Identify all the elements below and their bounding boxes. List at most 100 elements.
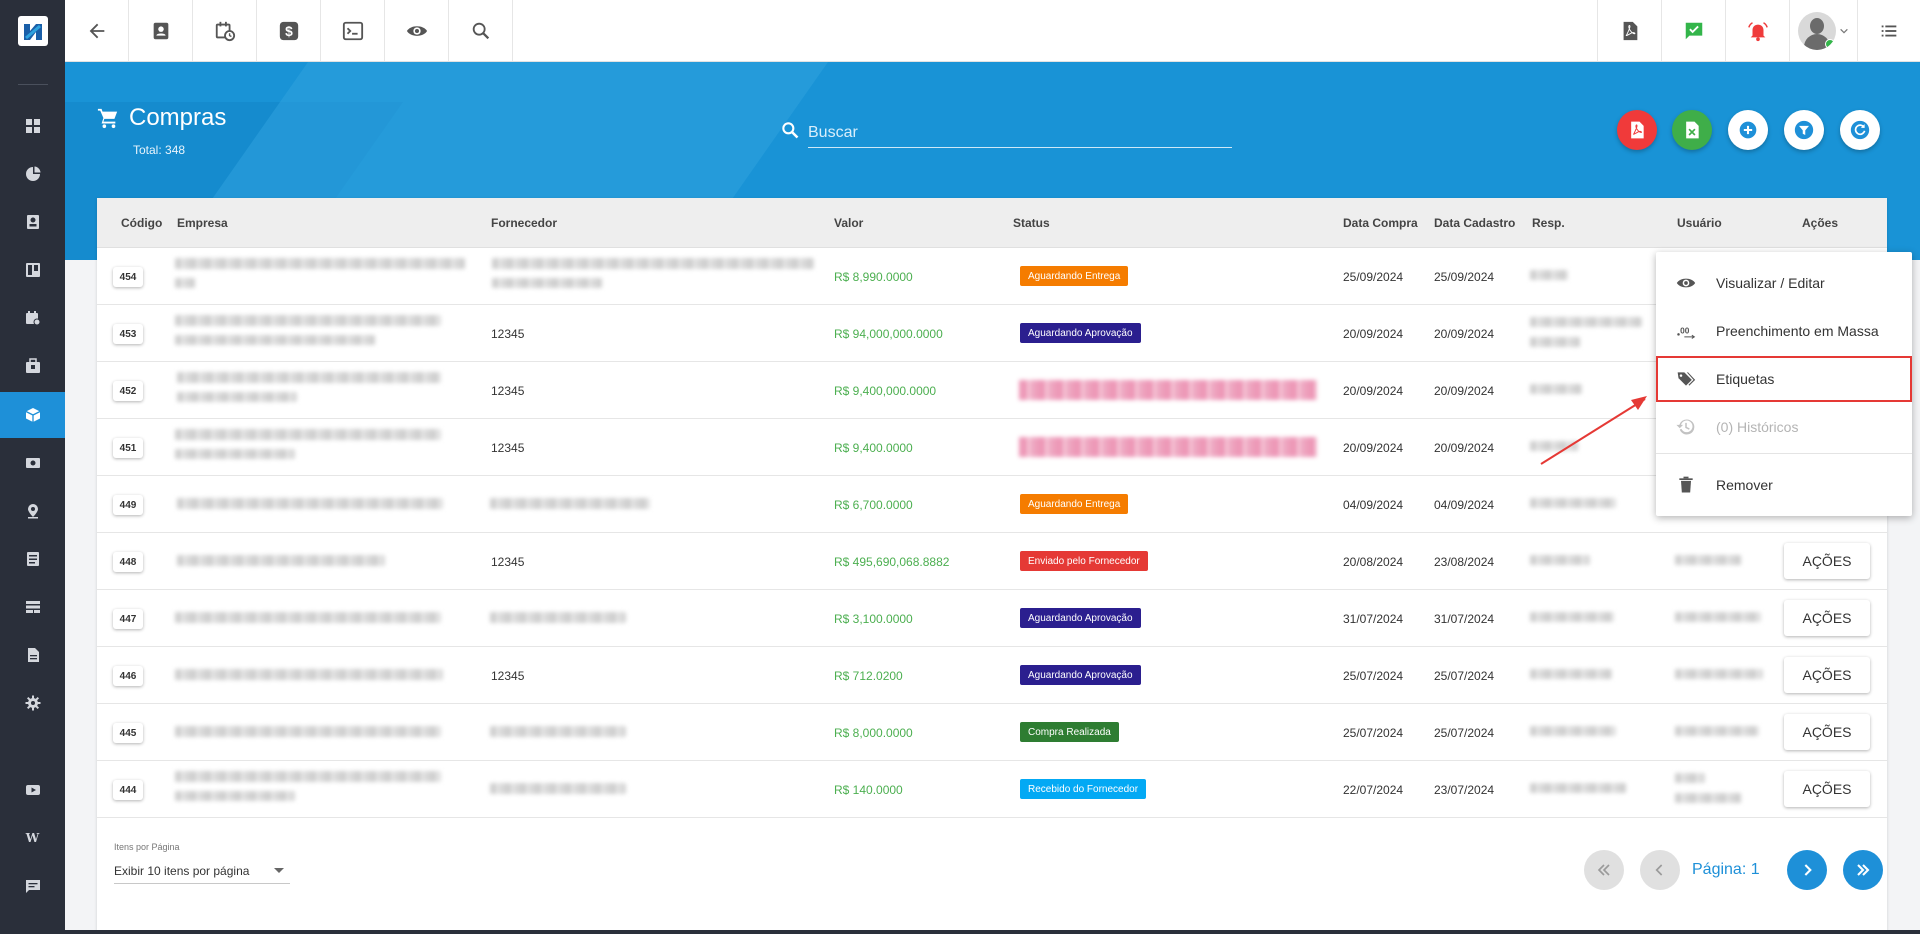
col-usuario[interactable]: Usuário [1677,216,1722,230]
menu-list-icon [1881,25,1897,36]
redacted-empresa [175,429,441,440]
menu-item-label: Remover [1716,477,1773,493]
menu-item-labels[interactable]: Etiquetas [1656,356,1912,402]
table-row[interactable]: 454 R$ 8,990.0000 Aguardando Entrega 25/… [97,248,1887,305]
menu-item-view-edit[interactable]: Visualizar / Editar [1656,260,1912,306]
data-compra-cell: 25/07/2024 [1343,726,1404,740]
acoes-button[interactable]: AÇÕES [1784,600,1870,636]
sidebar-item-calendar[interactable] [0,295,65,341]
col-empresa[interactable]: Empresa [177,216,228,230]
previous-page-button[interactable] [1640,850,1680,890]
app-logo[interactable] [0,0,65,62]
acoes-button[interactable]: AÇÕES [1784,543,1870,579]
money-icon [25,458,40,468]
table-row[interactable]: 447 R$ 3,100.0000 Aguardando Aprovação 3… [97,590,1887,647]
filter-button[interactable] [1784,110,1824,150]
sidebar-item-business[interactable] [0,343,65,389]
col-status[interactable]: Status [1013,216,1050,230]
pdf-file-icon [1623,21,1637,40]
sidebar-item-kanban[interactable] [0,247,65,293]
menu-item-history[interactable]: (0) Históricos [1656,404,1912,450]
refresh-button[interactable] [1840,110,1880,150]
back-arrow-icon [89,23,104,38]
acoes-button[interactable]: AÇÕES [1784,714,1870,750]
col-data-compra[interactable]: Data Compra [1343,216,1418,230]
export-pdf-button[interactable] [1617,110,1657,150]
schedule-shortcut-button[interactable] [193,0,257,61]
table-row[interactable]: 453 12345 R$ 94,000,000.0000 Aguardando … [97,305,1887,362]
next-page-button[interactable] [1787,850,1827,890]
col-valor[interactable]: Valor [834,216,863,230]
table-row[interactable]: 445 R$ 8,000.0000 Compra Realizada 25/07… [97,704,1887,761]
search-input[interactable] [808,118,1232,148]
redacted-resp [1530,726,1616,736]
data-cadastro-cell: 04/09/2024 [1434,498,1495,512]
contacts-shortcut-button[interactable] [129,0,193,61]
sidebar-item-finance[interactable] [0,440,65,486]
valor-cell: R$ 9,400,000.0000 [834,384,937,398]
terminal-shortcut-button[interactable] [321,0,385,61]
storage-icon [25,601,40,613]
pdf-export-button[interactable] [1597,0,1661,61]
valor-cell: R$ 94,000,000.0000 [834,327,943,341]
document-icon [27,648,39,662]
finance-shortcut-button[interactable]: $ [257,0,321,61]
chat-icon [25,880,40,893]
table-row[interactable]: 448 12345 R$ 495,690,068.8882 Enviado pe… [97,533,1887,590]
redacted-resp [1530,669,1612,679]
table-row[interactable]: 452 12345 R$ 9,400,000.0000 20/09/2024 2… [97,362,1887,419]
menu-item-remove[interactable]: Remover [1656,462,1912,508]
caret-down-icon [274,868,284,873]
messages-button[interactable] [1661,0,1725,61]
code-chip: 446 [113,666,143,686]
sidebar-item-wiki[interactable]: W [0,815,65,861]
sidebar-item-contacts[interactable] [0,199,65,245]
add-purchase-button[interactable] [1728,110,1768,150]
sidebar-item-storage[interactable] [0,584,65,630]
menu-item-bulk-fill[interactable]: 00 Preenchimento em Massa [1656,308,1912,354]
acoes-button[interactable]: AÇÕES [1784,657,1870,693]
sidebar-item-reports[interactable] [0,151,65,197]
redacted-resp [1530,441,1578,451]
export-excel-button[interactable] [1672,110,1712,150]
sidebar-item-documents[interactable] [0,632,65,678]
sidebar-item-chat[interactable] [0,863,65,909]
dashboard-icon [25,119,40,133]
sidebar-item-settings[interactable] [0,680,65,726]
double-chevron-left-icon [1597,864,1610,876]
search-bar [780,118,1232,150]
table-row[interactable]: 449 R$ 6,700.0000 Aguardando Entrega 04/… [97,476,1887,533]
col-data-cadastro[interactable]: Data Cadastro [1434,216,1515,230]
double-chevron-right-icon [1857,864,1870,876]
col-fornecedor[interactable]: Fornecedor [491,216,557,230]
table-row[interactable]: 444 R$ 140.0000 Recebido do Fornecedor 2… [97,761,1887,818]
main-menu-button[interactable] [1857,0,1920,61]
kanban-icon [25,263,40,277]
last-page-button[interactable] [1843,850,1883,890]
online-status-dot [1825,38,1835,49]
view-shortcut-button[interactable] [385,0,449,61]
sidebar-item-locations[interactable] [0,488,65,534]
excel-file-icon [1686,121,1699,139]
first-page-button[interactable] [1584,850,1624,890]
back-button[interactable] [65,0,129,61]
col-codigo[interactable]: Código [121,216,162,230]
user-menu-button[interactable] [1789,0,1857,61]
redacted-resp [1530,498,1616,508]
alerts-button[interactable] [1725,0,1789,61]
acoes-button[interactable]: AÇÕES [1784,771,1870,807]
per-page-select[interactable]: Exibir 10 itens por página [114,858,290,884]
status-badge: Aguardando Entrega [1020,494,1129,514]
sidebar-item-purchases[interactable] [0,392,65,438]
eye-icon [406,25,427,36]
col-resp[interactable]: Resp. [1532,216,1565,230]
data-compra-cell: 25/09/2024 [1343,270,1404,284]
table-row[interactable]: 451 12345 R$ 9,400.0000 20/09/2024 20/09… [97,419,1887,476]
redacted-usuario [1675,612,1761,622]
search-shortcut-button[interactable] [449,0,513,61]
sidebar-item-dashboard[interactable] [0,103,65,149]
sidebar-item-videos[interactable] [0,767,65,813]
status-badge: Aguardando Entrega [1020,266,1129,286]
sidebar-item-lists[interactable] [0,536,65,582]
table-row[interactable]: 446 12345 R$ 712.0200 Aguardando Aprovaç… [97,647,1887,704]
